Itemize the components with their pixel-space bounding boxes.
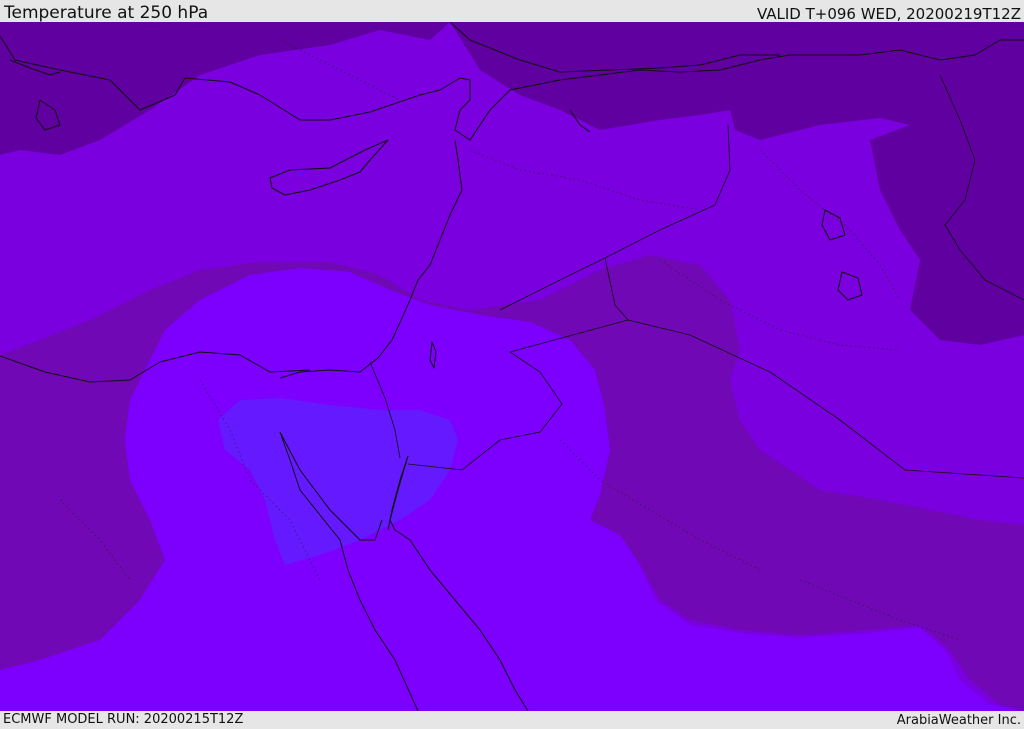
temperature-map [0, 22, 1024, 711]
credit-label: ArabiaWeather Inc. [896, 713, 1021, 728]
model-run-label: ECMWF MODEL RUN: 20200215T12Z [3, 712, 244, 727]
forecast-map-page: Temperature at 250 hPa VALID T+096 WED, … [0, 0, 1024, 729]
map-title: Temperature at 250 hPa [4, 3, 209, 23]
valid-time-label: VALID T+096 WED, 20200219T12Z [756, 5, 1021, 23]
